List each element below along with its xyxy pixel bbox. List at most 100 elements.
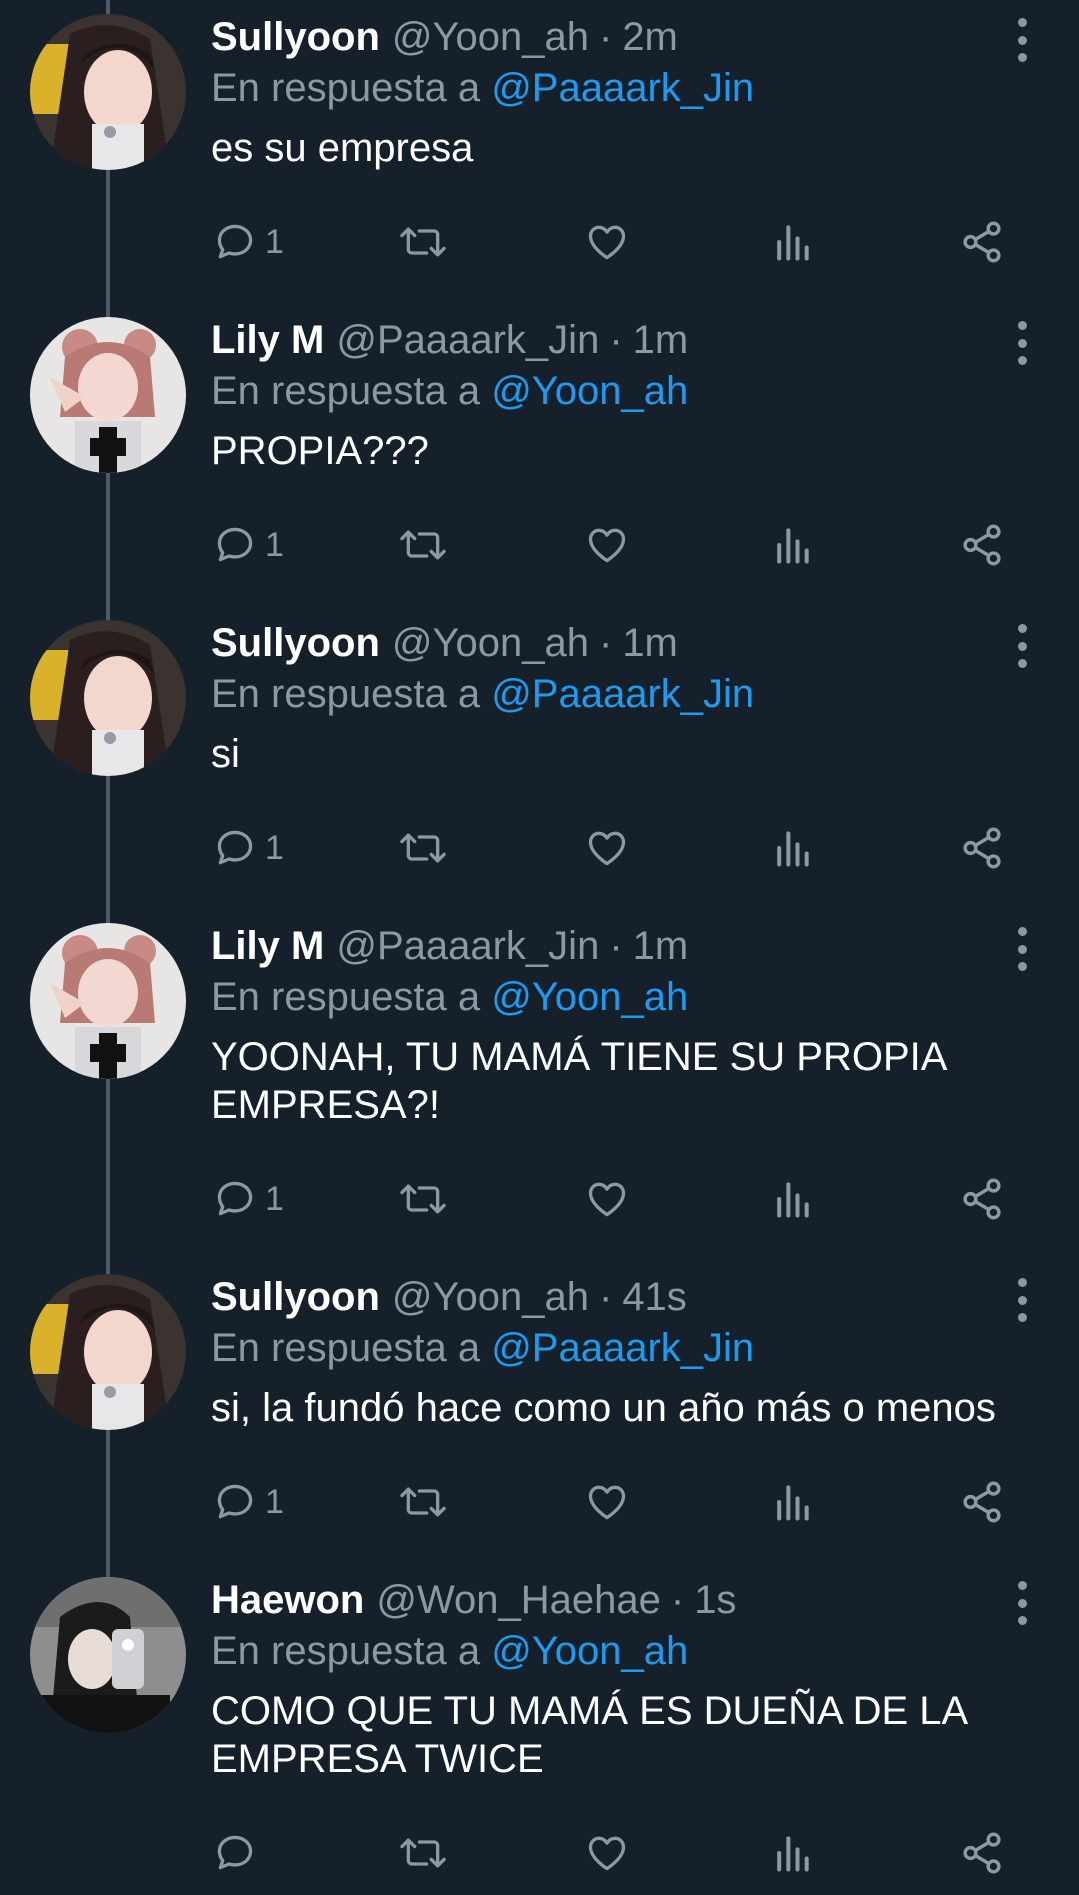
avatar-haewon[interactable]: [30, 1577, 186, 1733]
more-options-icon[interactable]: [1007, 1278, 1037, 1322]
more-options-icon[interactable]: [1007, 624, 1037, 668]
author-handle[interactable]: @Won_Haehae: [376, 1578, 661, 1623]
share-button[interactable]: [959, 517, 1005, 573]
reply-mention-link[interactable]: @Paaaark_Jin: [491, 672, 754, 716]
reply-count: 1: [265, 828, 284, 867]
more-options-icon[interactable]: [1007, 18, 1037, 62]
separator-dot: ·: [609, 923, 623, 968]
separator-dot: ·: [598, 620, 613, 665]
views-button[interactable]: [772, 1171, 812, 1227]
reply-button[interactable]: 1: [213, 214, 284, 270]
author-handle[interactable]: @Yoon_ah: [392, 15, 589, 60]
timestamp[interactable]: 2m: [622, 15, 678, 60]
retweet-button[interactable]: [397, 214, 449, 270]
retweet-button[interactable]: [397, 820, 449, 876]
reply-button[interactable]: 1: [213, 517, 284, 573]
author-name[interactable]: Sullyoon: [211, 1275, 380, 1320]
views-icon: [777, 831, 809, 867]
avatar-sullyoon[interactable]: [30, 1274, 186, 1430]
author-name[interactable]: Sullyoon: [211, 15, 380, 60]
more-options-icon[interactable]: [1007, 1581, 1037, 1625]
like-button[interactable]: [584, 214, 630, 270]
retweet-button[interactable]: [397, 1474, 449, 1530]
tweet-text-line: COMO QUE TU MAMÁ ES DUEÑA DE LA: [211, 1689, 969, 1733]
timestamp[interactable]: 1m: [633, 318, 689, 363]
reply-button[interactable]: 1: [213, 820, 284, 876]
action-bar: 1: [211, 1474, 1051, 1530]
avatar-sullyoon[interactable]: [30, 620, 186, 776]
author-handle[interactable]: @Yoon_ah: [392, 1275, 589, 1320]
retweet-button[interactable]: [397, 1825, 449, 1881]
views-icon: [777, 528, 809, 564]
author-name[interactable]: Haewon: [211, 1578, 364, 1623]
views-icon: [777, 1182, 809, 1218]
reply-mention-link[interactable]: @Yoon_ah: [491, 1629, 688, 1673]
reply-icon: [217, 1835, 253, 1870]
timestamp[interactable]: 1m: [622, 621, 678, 666]
avatar-lily[interactable]: [30, 317, 186, 473]
reply-mention-link[interactable]: @Yoon_ah: [491, 369, 688, 413]
author-handle[interactable]: @Paaaark_Jin: [336, 318, 599, 363]
tweet-text-line: es su empresa: [211, 126, 474, 170]
reply-prefix: En respuesta a: [211, 369, 481, 413]
like-button[interactable]: [584, 1171, 630, 1227]
views-button[interactable]: [772, 1825, 812, 1881]
reply-button[interactable]: [213, 1825, 265, 1881]
reply-context: En respuesta a @Paaaark_Jin: [211, 64, 1059, 112]
timestamp[interactable]: 41s: [622, 1275, 687, 1320]
timestamp[interactable]: 1s: [694, 1578, 736, 1623]
tweet-text-line: PROPIA???: [211, 429, 429, 473]
author-name[interactable]: Lily M: [211, 924, 324, 969]
author-handle[interactable]: @Paaaark_Jin: [336, 924, 599, 969]
reply-icon: [217, 1484, 253, 1519]
like-button[interactable]: [584, 1825, 630, 1881]
avatar-lily[interactable]: [30, 923, 186, 1079]
action-bar: 1: [211, 214, 1051, 270]
reply-button[interactable]: 1: [213, 1474, 284, 1530]
share-icon: [963, 221, 1001, 263]
like-button[interactable]: [584, 1474, 630, 1530]
retweet-button[interactable]: [397, 517, 449, 573]
author-name[interactable]: Lily M: [211, 318, 324, 363]
share-icon: [963, 1481, 1001, 1523]
retweet-button[interactable]: [397, 1171, 449, 1227]
tweet-text-line: YOONAH, TU MAMÁ TIENE SU PROPIA: [211, 1035, 948, 1079]
like-button[interactable]: [584, 517, 630, 573]
tweet[interactable]: Haewon @Won_Haehae · 1s En respuesta a @…: [0, 1577, 1079, 1895]
views-button[interactable]: [772, 820, 812, 876]
reply-mention-link[interactable]: @Paaaark_Jin: [491, 1326, 754, 1370]
author-name[interactable]: Sullyoon: [211, 621, 380, 666]
reply-context: En respuesta a @Yoon_ah: [211, 367, 1059, 415]
author-handle[interactable]: @Yoon_ah: [392, 621, 589, 666]
more-options-icon[interactable]: [1007, 321, 1037, 365]
tweet[interactable]: Sullyoon @Yoon_ah · 2m En respuesta a @P…: [0, 14, 1079, 274]
views-button[interactable]: [772, 517, 812, 573]
timestamp[interactable]: 1m: [633, 924, 689, 969]
tweet-text-line: si, la fundó hace como un año más o meno…: [211, 1386, 996, 1430]
tweet[interactable]: Lily M @Paaaark_Jin · 1m En respuesta a …: [0, 923, 1079, 1223]
views-icon: [777, 1485, 809, 1521]
tweet[interactable]: Lily M @Paaaark_Jin · 1m En respuesta a …: [0, 317, 1079, 577]
views-button[interactable]: [772, 214, 812, 270]
like-icon: [588, 831, 626, 866]
share-icon: [963, 827, 1001, 869]
reply-mention-link[interactable]: @Paaaark_Jin: [491, 66, 754, 110]
like-button[interactable]: [584, 820, 630, 876]
avatar-sullyoon[interactable]: [30, 14, 186, 170]
views-button[interactable]: [772, 1474, 812, 1530]
share-button[interactable]: [959, 214, 1005, 270]
tweet[interactable]: Sullyoon @Yoon_ah · 1m En respuesta a @P…: [0, 620, 1079, 880]
more-options-icon[interactable]: [1007, 927, 1037, 971]
retweet-icon: [400, 1487, 446, 1517]
share-button[interactable]: [959, 1171, 1005, 1227]
share-button[interactable]: [959, 1825, 1005, 1881]
share-button[interactable]: [959, 1474, 1005, 1530]
reply-mention-link[interactable]: @Yoon_ah: [491, 975, 688, 1019]
reply-context: En respuesta a @Yoon_ah: [211, 973, 1059, 1021]
tweet[interactable]: Sullyoon @Yoon_ah · 41s En respuesta a @…: [0, 1274, 1079, 1534]
tweet-text: si, la fundó hace como un año más o meno…: [211, 1384, 1059, 1432]
share-button[interactable]: [959, 820, 1005, 876]
retweet-icon: [400, 530, 446, 560]
reply-button[interactable]: 1: [213, 1171, 284, 1227]
action-bar: 1: [211, 517, 1051, 573]
